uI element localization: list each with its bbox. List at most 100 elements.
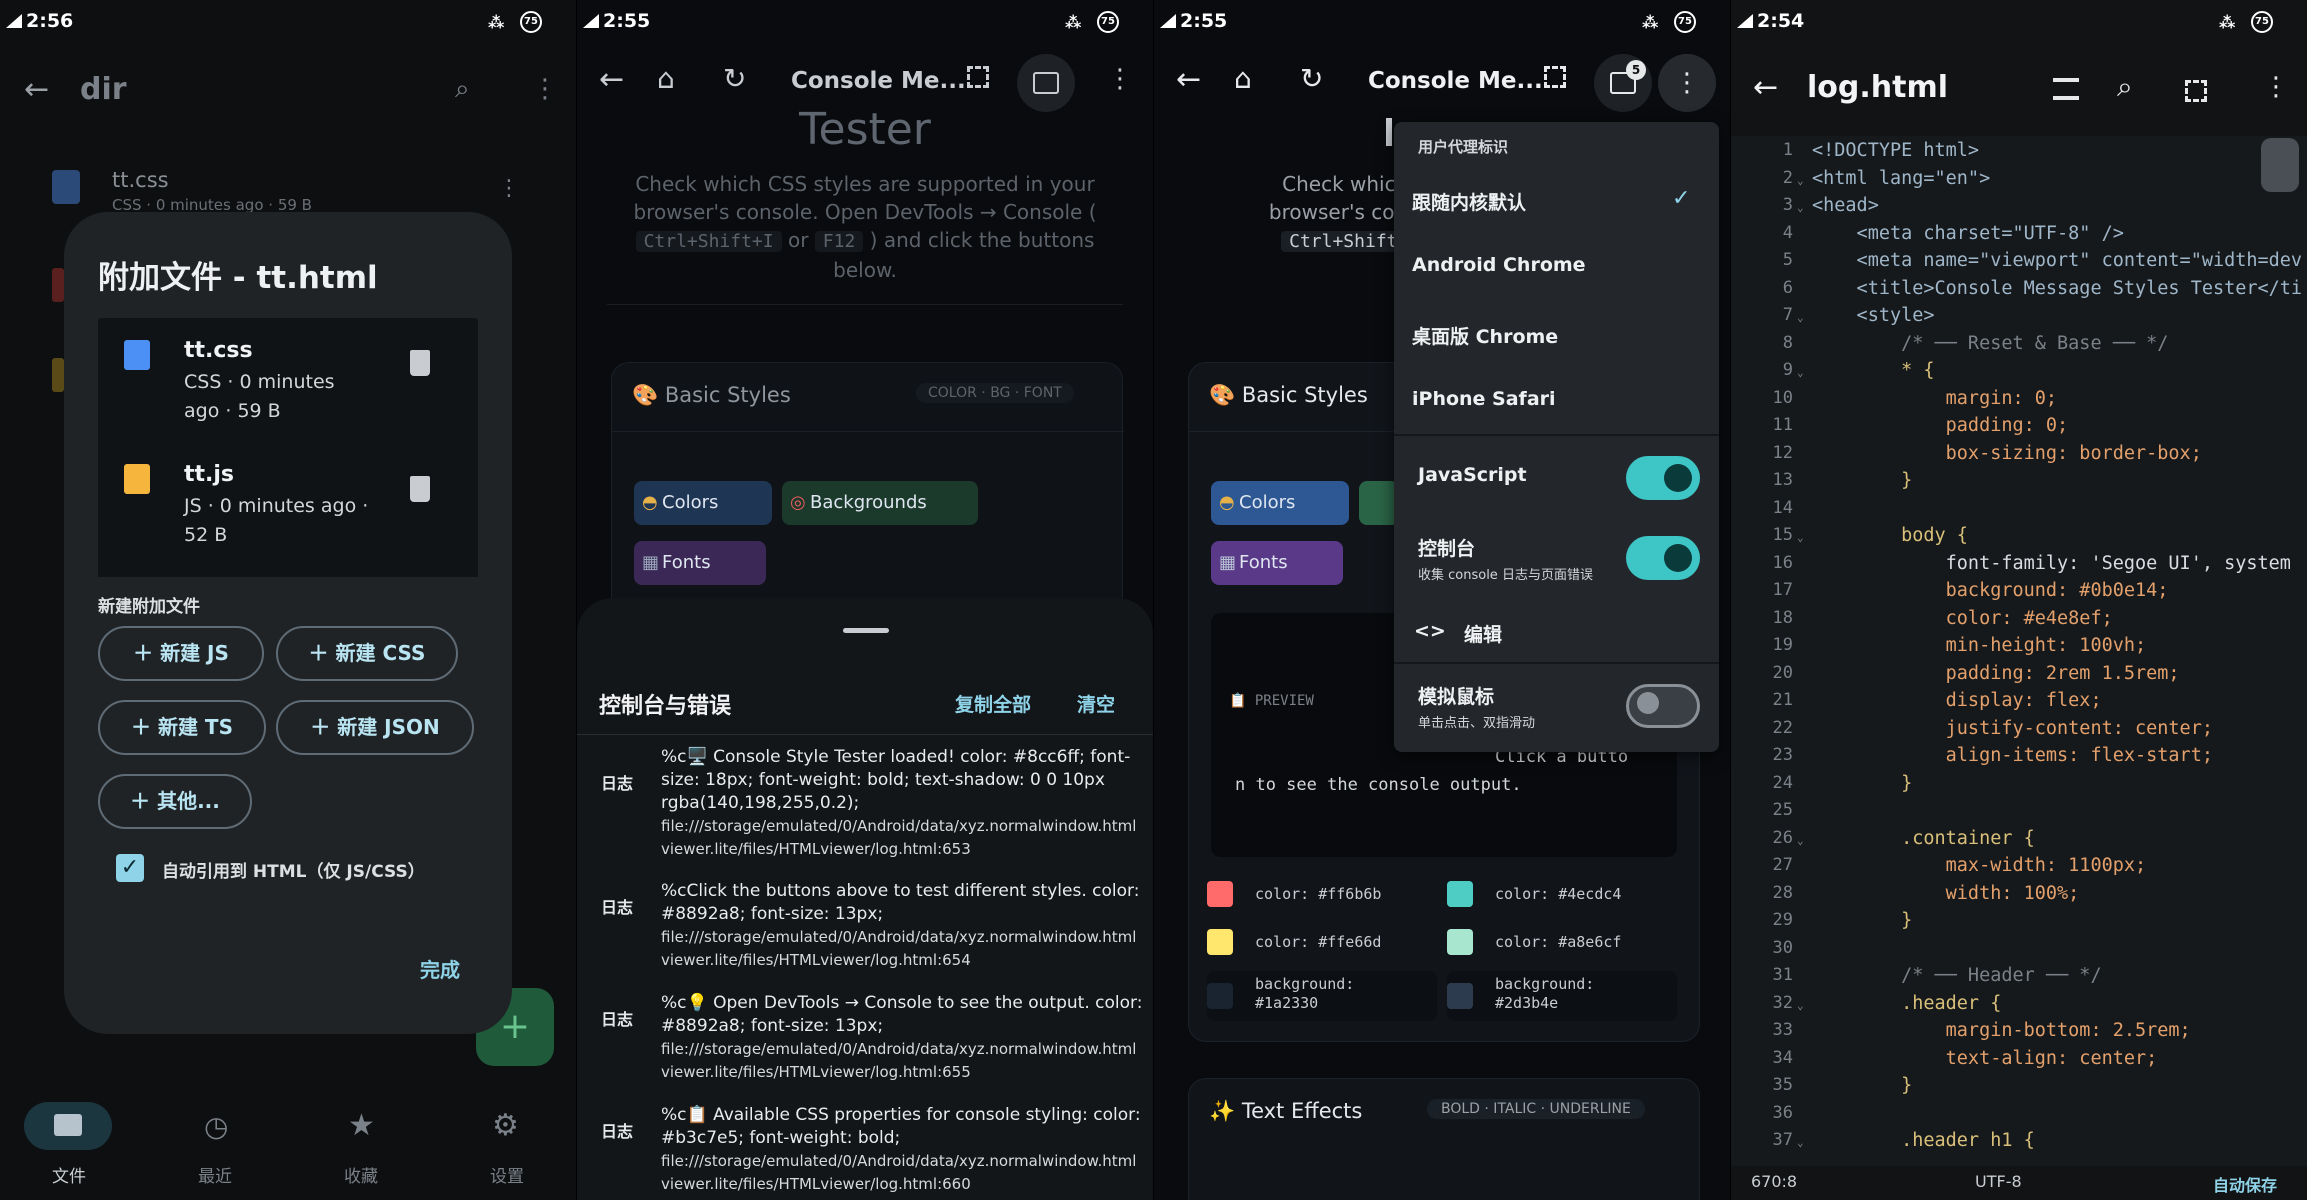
outline-icon[interactable] xyxy=(2053,78,2079,100)
swatch-item[interactable]: background: #2d3b4e xyxy=(1447,971,1677,1021)
swatch-item[interactable]: color: #ffe66d xyxy=(1207,923,1437,963)
new-css-button[interactable]: ＋ 新建 CSS xyxy=(276,626,458,681)
log-entry[interactable]: 日志 %c📋 Available CSS properties for cons… xyxy=(577,1104,1153,1200)
fonts-chip[interactable]: ▦ Fonts xyxy=(1211,541,1343,585)
more-icon[interactable]: ⋮ xyxy=(2263,72,2289,102)
home-icon[interactable]: ⌂ xyxy=(657,62,675,95)
swatch-item[interactable]: background: #1a2330 xyxy=(1207,971,1437,1021)
ua-option-default[interactable]: 跟随内核默认 ✓ xyxy=(1394,170,1719,234)
code-line[interactable]: 6 <title>Console Message Styles Tester</… xyxy=(1731,278,2307,306)
code-line[interactable]: 21 display: flex; xyxy=(1731,690,2307,718)
more-icon[interactable]: ⋮ xyxy=(1107,64,1133,94)
code-line[interactable]: 28 width: 100%; xyxy=(1731,883,2307,911)
code-line[interactable]: 35 } xyxy=(1731,1075,2307,1103)
fold-chevron-icon[interactable]: ⌄ xyxy=(1797,201,1804,214)
code-line[interactable]: 24 } xyxy=(1731,773,2307,801)
ua-option-iphone-safari[interactable]: iPhone Safari xyxy=(1394,370,1719,434)
fold-chevron-icon[interactable]: ⌄ xyxy=(1797,366,1804,379)
nav-item-recent[interactable]: ◷ 最近 xyxy=(176,1102,256,1192)
code-line[interactable]: 37 ⌄ .header h1 { xyxy=(1731,1130,2307,1158)
log-entry[interactable]: 日志 %c💡 Open DevTools → Console to see th… xyxy=(577,992,1153,1092)
code-line[interactable]: 27 max-width: 1100px; xyxy=(1731,855,2307,883)
new-ts-button[interactable]: ＋ 新建 TS xyxy=(98,700,266,755)
back-button[interactable]: ← xyxy=(24,72,49,107)
code-line[interactable]: 33 margin-bottom: 2.5rem; xyxy=(1731,1020,2307,1048)
auto-ref-checkbox[interactable]: ✓ xyxy=(116,854,144,882)
sheet-drag-handle[interactable] xyxy=(843,628,889,633)
nav-item-favorites[interactable]: ★ 收藏 xyxy=(324,1102,404,1192)
clear-button[interactable]: 清空 xyxy=(1077,690,1115,717)
code-line[interactable]: 1 <!DOCTYPE html> xyxy=(1731,140,2307,168)
attached-file-item[interactable]: tt.js JS · 0 minutes ago · 52 B xyxy=(98,446,478,570)
colors-chip[interactable]: ◓ Colors xyxy=(634,481,772,525)
more-icon[interactable]: ⋮ xyxy=(1658,54,1716,112)
nav-item-settings[interactable]: ⚙ 设置 xyxy=(472,1102,552,1192)
done-button[interactable]: 完成 xyxy=(420,954,460,983)
code-line[interactable]: 4 <meta charset="UTF-8" /> xyxy=(1731,223,2307,251)
fullscreen-icon[interactable] xyxy=(967,66,989,88)
swatch-item[interactable]: color: #a8e6cf xyxy=(1447,923,1677,963)
code-line[interactable]: 10 margin: 0; xyxy=(1731,388,2307,416)
console-toggle-row[interactable]: 控制台 收集 console 日志与页面错误 xyxy=(1394,518,1719,598)
code-line[interactable]: 36 xyxy=(1731,1103,2307,1131)
code-line[interactable]: 20 padding: 2rem 1.5rem; xyxy=(1731,663,2307,691)
ua-option-android-chrome[interactable]: Android Chrome xyxy=(1394,236,1719,300)
other-button[interactable]: ＋ 其他... xyxy=(98,774,252,829)
fold-chevron-icon[interactable]: ⌄ xyxy=(1797,999,1804,1012)
search-icon[interactable]: ⌕ xyxy=(2117,70,2133,104)
code-line[interactable]: 9 ⌄ * { xyxy=(1731,360,2307,388)
code-line[interactable]: 5 <meta name="viewport" content="width=d… xyxy=(1731,250,2307,278)
fullscreen-icon[interactable] xyxy=(2185,80,2207,102)
search-icon[interactable]: ⌕ xyxy=(455,74,470,105)
code-line[interactable]: 14 xyxy=(1731,498,2307,526)
fold-chevron-icon[interactable]: ⌄ xyxy=(1797,1136,1804,1149)
code-line[interactable]: 16 font-family: 'Segoe UI', system xyxy=(1731,553,2307,581)
code-line[interactable]: 18 color: #e4e8ef; xyxy=(1731,608,2307,636)
code-line[interactable]: 2 ⌄ <html lang="en"> xyxy=(1731,168,2307,196)
fold-chevron-icon[interactable]: ⌄ xyxy=(1797,174,1804,187)
code-line[interactable]: 12 box-sizing: border-box; xyxy=(1731,443,2307,471)
fold-chevron-icon[interactable]: ⌄ xyxy=(1797,311,1804,324)
code-line[interactable]: 15 ⌄ body { xyxy=(1731,525,2307,553)
code-line[interactable]: 26 ⌄ .container { xyxy=(1731,828,2307,856)
code-line[interactable]: 7 ⌄ <style> xyxy=(1731,305,2307,333)
nav-item-files[interactable]: 文件 xyxy=(24,1102,112,1192)
javascript-toggle-row[interactable]: JavaScript xyxy=(1394,440,1719,516)
console-toggle[interactable] xyxy=(1626,536,1700,580)
code-area[interactable]: 1 <!DOCTYPE html> 2 ⌄ <html lang="en"> 3 ⌄ <hea… xyxy=(1731,140,2307,1166)
delete-icon[interactable] xyxy=(410,350,430,376)
new-json-button[interactable]: ＋ 新建 JSON xyxy=(276,700,474,755)
scrollbar-thumb[interactable] xyxy=(2261,138,2299,192)
back-icon[interactable]: ← xyxy=(1176,62,1201,97)
more-icon[interactable]: ⋮ xyxy=(532,74,558,104)
code-line[interactable]: 23 align-items: flex-start; xyxy=(1731,745,2307,773)
fonts-chip[interactable]: ▦ Fonts xyxy=(634,541,766,585)
backgrounds-chip[interactable] xyxy=(1359,481,1399,525)
code-line[interactable]: 31 /* ── Header ── */ xyxy=(1731,965,2307,993)
colors-chip[interactable]: ◓ Colors xyxy=(1211,481,1349,525)
refresh-icon[interactable]: ↻ xyxy=(1300,62,1323,95)
fold-chevron-icon[interactable]: ⌄ xyxy=(1797,531,1804,544)
log-entry[interactable]: 日志 %c🖥️ Console Style Tester loaded! col… xyxy=(577,746,1153,858)
code-line[interactable]: 19 min-height: 100vh; xyxy=(1731,635,2307,663)
console-icon[interactable]: 5 xyxy=(1594,54,1652,112)
code-line[interactable]: 30 xyxy=(1731,938,2307,966)
home-icon[interactable]: ⌂ xyxy=(1234,62,1252,95)
attached-file-item[interactable]: tt.css CSS · 0 minutes ago · 59 B xyxy=(98,318,478,442)
swatch-item[interactable]: color: #ff6b6b xyxy=(1207,875,1437,915)
backgrounds-chip[interactable]: ◎ Backgrounds xyxy=(782,481,978,525)
delete-icon[interactable] xyxy=(410,476,430,502)
mouse-toggle-row[interactable]: 模拟鼠标 单击点击、双指滑动 xyxy=(1394,666,1719,748)
code-line[interactable]: 25 xyxy=(1731,800,2307,828)
edit-menu-item[interactable]: <> 编辑 xyxy=(1394,600,1719,664)
refresh-icon[interactable]: ↻ xyxy=(723,62,746,95)
back-icon[interactable]: ← xyxy=(1753,70,1778,105)
fullscreen-icon[interactable] xyxy=(1544,66,1566,88)
code-line[interactable]: 8 /* ── Reset & Base ── */ xyxy=(1731,333,2307,361)
log-entry[interactable]: 日志 %cClick the buttons above to test dif… xyxy=(577,880,1153,980)
fold-chevron-icon[interactable]: ⌄ xyxy=(1797,834,1804,847)
mouse-toggle[interactable] xyxy=(1626,684,1700,728)
code-line[interactable]: 13 } xyxy=(1731,470,2307,498)
javascript-toggle[interactable] xyxy=(1626,456,1700,500)
code-line[interactable]: 17 background: #0b0e14; xyxy=(1731,580,2307,608)
